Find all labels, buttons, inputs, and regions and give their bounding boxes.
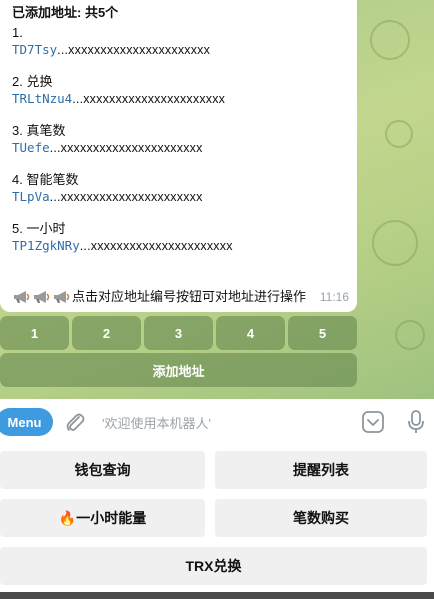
address-mask: ...xxxxxxxxxxxxxxxxxxxxxx [49,190,203,204]
chat-background: 已添加地址: 共5个 1. TD7Tsy...xxxxxxxxxxxxxxxxx… [0,0,434,399]
hour-energy-button[interactable]: 🔥一小时能量 [0,499,205,537]
microphone-icon[interactable] [406,409,426,440]
reminder-list-button[interactable]: 提醒列表 [215,451,427,489]
reply-keyboard: 钱包查询 提醒列表 🔥一小时能量 笔数购买 TRX兑换 [0,447,434,599]
inline-keyboard-row: 1 2 3 4 5 [0,316,357,350]
megaphone-icon [12,290,32,304]
wallet-query-button[interactable]: 钱包查询 [0,451,205,489]
menu-button[interactable]: Menu [0,408,53,436]
inline-button-2[interactable]: 2 [72,316,141,350]
address-entry: 2. 兑换 TRLtNzu4...xxxxxxxxxxxxxxxxxxxxxx [12,73,345,108]
message-input[interactable]: '欢迎使用本机器人' [102,413,211,432]
address-mask: ...xxxxxxxxxxxxxxxxxxxxxx [57,43,211,57]
address-label: 2. 兑换 [12,74,53,89]
inline-button-3[interactable]: 3 [144,316,213,350]
address-link[interactable]: TD7Tsy [12,42,57,57]
message-timestamp: 11:16 [319,290,349,304]
address-label: 3. 真笔数 [12,123,66,138]
address-entry: 5. 一小时 TP1ZgkNRy...xxxxxxxxxxxxxxxxxxxxx… [12,220,345,255]
paperclip-icon[interactable] [64,411,86,440]
keyboard-toggle-icon[interactable] [361,410,385,439]
footer-text: 点击对应地址编号按钮可对地址进行操作 [72,289,307,304]
message-title: 已添加地址: 共5个 [12,5,119,20]
count-buy-button[interactable]: 笔数购买 [215,499,427,537]
megaphone-icon [32,290,52,304]
address-link[interactable]: TRLtNzu4 [12,91,72,106]
address-mask: ...xxxxxxxxxxxxxxxxxxxxxx [72,92,226,106]
address-link[interactable]: TUefe [12,140,50,155]
address-link[interactable]: TP1ZgkNRy [12,238,80,253]
trx-exchange-button[interactable]: TRX兑换 [0,547,427,585]
message-input-bar: Menu '欢迎使用本机器人' [0,399,434,447]
address-entry: 4. 智能笔数 TLpVa...xxxxxxxxxxxxxxxxxxxxxx [12,171,345,206]
background-doodle [370,20,410,60]
address-entry: 3. 真笔数 TUefe...xxxxxxxxxxxxxxxxxxxxxx [12,122,345,157]
inline-button-4[interactable]: 4 [216,316,285,350]
inline-button-1[interactable]: 1 [0,316,69,350]
add-address-button[interactable]: 添加地址 [0,353,357,387]
bot-message-bubble: 已添加地址: 共5个 1. TD7Tsy...xxxxxxxxxxxxxxxxx… [0,0,357,312]
background-doodle [385,120,413,148]
message-footer: 点击对应地址编号按钮可对地址进行操作 [12,288,306,306]
address-label: 4. 智能笔数 [12,172,79,187]
megaphone-icon [52,290,72,304]
address-entry: 1. TD7Tsy...xxxxxxxxxxxxxxxxxxxxxx [12,24,345,59]
inline-button-5[interactable]: 5 [288,316,357,350]
address-label: 5. 一小时 [12,221,66,236]
inline-keyboard-row: 添加地址 [0,353,357,387]
bottom-edge [0,592,434,599]
address-link[interactable]: TLpVa [12,189,50,204]
background-doodle [395,320,425,350]
background-doodle [372,220,418,266]
address-mask: ...xxxxxxxxxxxxxxxxxxxxxx [79,239,233,253]
address-mask: ...xxxxxxxxxxxxxxxxxxxxxx [49,141,203,155]
address-label: 1. [12,25,23,40]
